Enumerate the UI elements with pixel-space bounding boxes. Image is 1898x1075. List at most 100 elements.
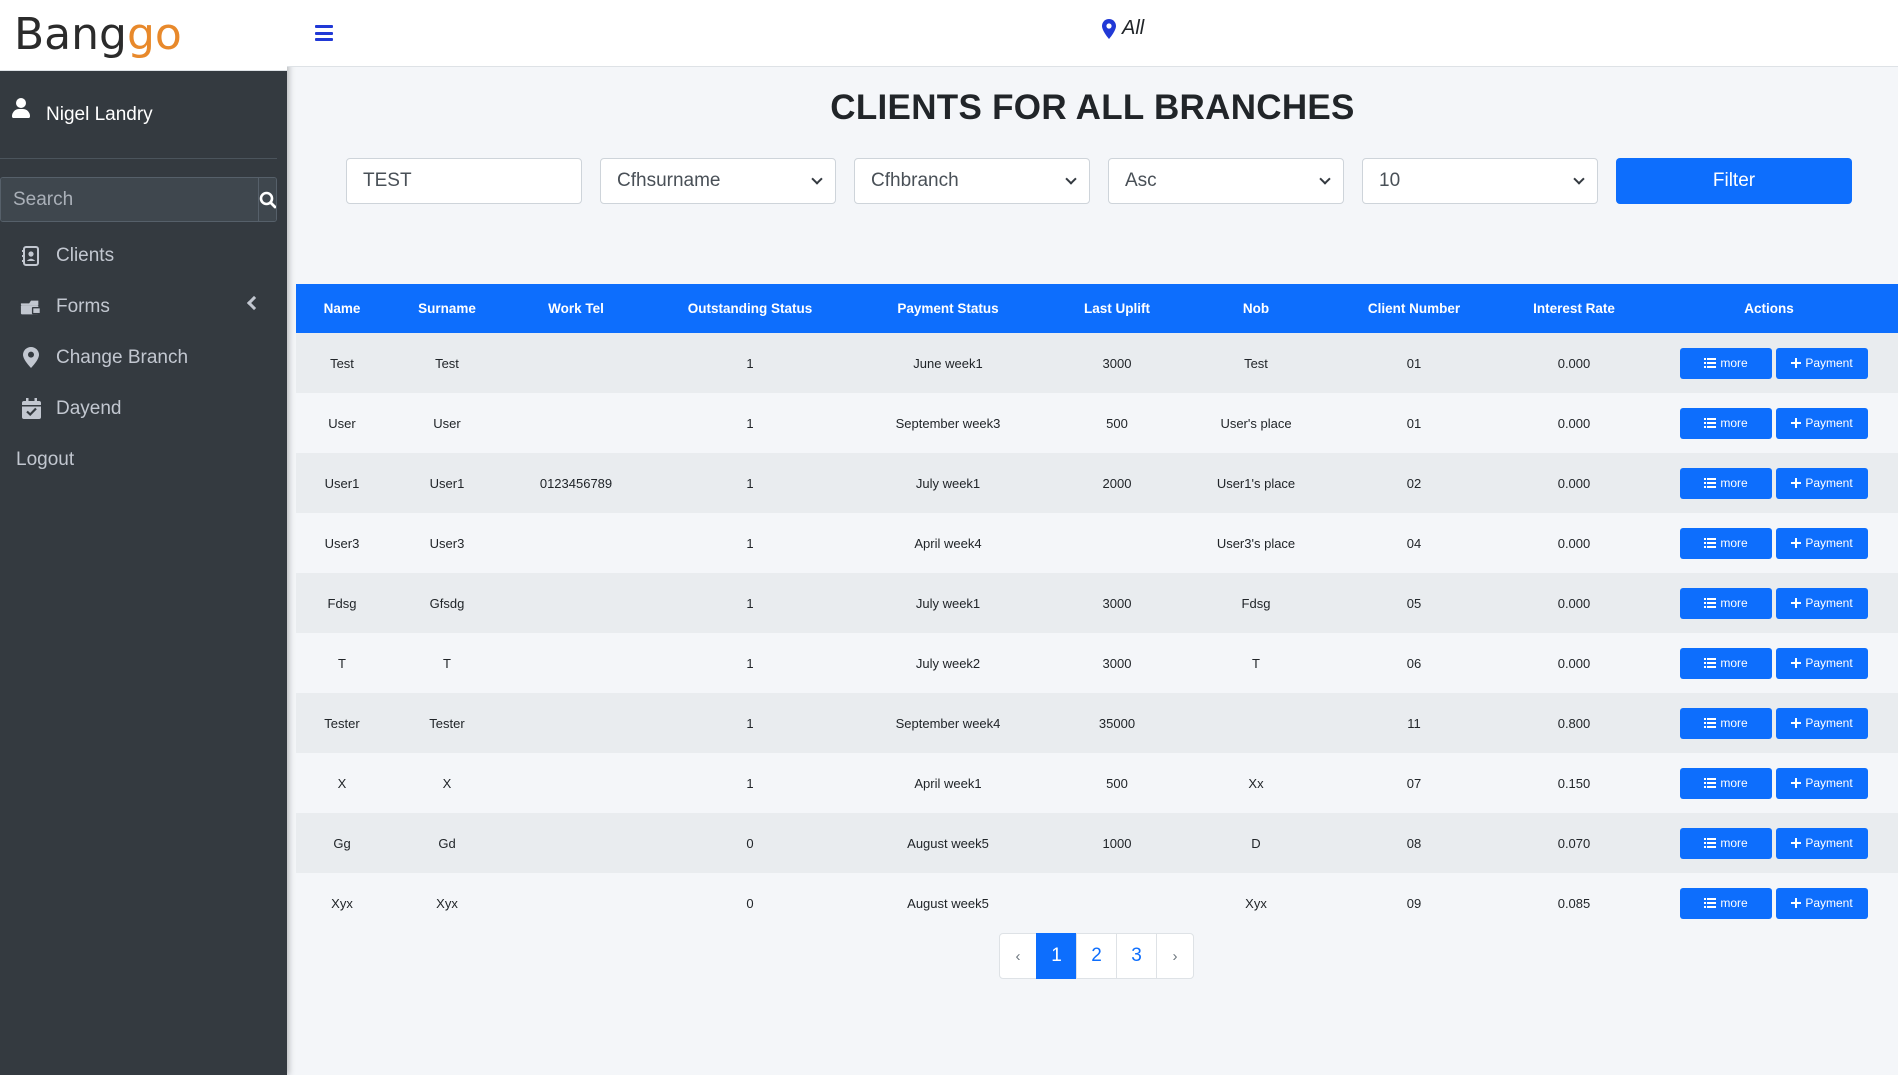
list-icon — [1704, 418, 1717, 428]
payment-button[interactable]: Payment — [1776, 767, 1868, 799]
search-icon — [259, 191, 276, 208]
table-cell: Xyx — [1245, 895, 1267, 911]
plus-icon — [1791, 598, 1802, 608]
table-row: Fdsg Gfsdg 1 July week1 3000 Fdsg 05 0.000 more P… — [296, 573, 1898, 633]
table-cell — [506, 813, 646, 873]
table-cell: 0.150 — [1557, 775, 1591, 791]
payment-button[interactable]: Payment — [1776, 707, 1868, 739]
column-header[interactable]: Client Number — [1320, 284, 1508, 333]
user-name: Nigel Landry — [46, 103, 153, 125]
sidebar-item-change-branch[interactable]: Change Branch — [0, 332, 287, 383]
actions-cell: more Payment — [1640, 873, 1898, 933]
sort-field-select[interactable]: Cfhsurname — [600, 158, 836, 204]
branch-field-select[interactable]: Cfhbranch — [854, 158, 1090, 204]
list-icon — [1704, 598, 1717, 608]
user-panel[interactable]: Nigel Landry — [0, 71, 277, 159]
brand-logo[interactable]: Banggo — [0, 0, 287, 71]
table-cell: 11 — [1407, 715, 1421, 731]
table-cell: 06 — [1406, 655, 1422, 671]
list-icon — [1704, 658, 1717, 668]
sidebar-search — [0, 177, 277, 222]
table-cell: 0.000 — [1557, 415, 1591, 431]
more-button[interactable]: more — [1680, 827, 1772, 859]
pagination-prev[interactable]: ‹ — [999, 933, 1037, 979]
more-button[interactable]: more — [1680, 347, 1772, 379]
map-marker-icon — [1102, 18, 1116, 39]
payment-button[interactable]: Payment — [1776, 587, 1868, 619]
more-label: more — [1720, 656, 1748, 670]
table-cell — [506, 573, 646, 633]
more-button[interactable]: more — [1680, 527, 1772, 559]
table-cell — [1192, 693, 1320, 753]
payment-label: Payment — [1805, 416, 1853, 430]
more-label: more — [1720, 716, 1748, 730]
table-row: Tester Tester 1 September week4 35000 11 0.800… — [296, 693, 1898, 753]
payment-button[interactable]: Payment — [1776, 887, 1868, 919]
payment-label: Payment — [1805, 656, 1853, 670]
sidebar-item-clients[interactable]: Clients — [0, 230, 287, 281]
search-input[interactable] — [1, 178, 258, 221]
payment-button[interactable]: Payment — [1776, 347, 1868, 379]
current-branch[interactable]: All — [1102, 17, 1144, 40]
filter-button[interactable]: Filter — [1616, 158, 1852, 204]
column-header[interactable]: Actions — [1640, 284, 1898, 333]
table-body: Test Test 1 June week1 3000 Test 01 0.000 more Pa… — [296, 333, 1898, 933]
plus-icon — [1791, 418, 1802, 428]
payment-label: Payment — [1805, 896, 1853, 910]
hamburger-menu-icon[interactable] — [315, 25, 333, 41]
pagination-page-3[interactable]: 3 — [1116, 933, 1157, 979]
payment-button[interactable]: Payment — [1776, 647, 1868, 679]
payment-button[interactable]: Payment — [1776, 467, 1868, 499]
table-cell: 07 — [1406, 775, 1422, 791]
pagination-next[interactable]: › — [1156, 933, 1194, 979]
logout-link[interactable]: Logout — [0, 434, 287, 485]
table-cell: 01 — [1406, 355, 1422, 371]
table-cell: 1 — [746, 355, 754, 371]
row-actions: more Payment — [1640, 647, 1898, 679]
search-button[interactable] — [258, 178, 276, 221]
column-header[interactable]: Interest Rate — [1508, 284, 1640, 333]
table-cell: User — [433, 415, 461, 431]
table-cell: 1 — [746, 775, 754, 791]
sidebar-item-label: Dayend — [56, 397, 122, 419]
branch-label: All — [1122, 17, 1145, 39]
table-cell: User3 — [429, 535, 465, 551]
table-cell: Gfsdg — [429, 595, 465, 611]
table-cell: 0 — [746, 835, 754, 851]
map-marker-icon — [20, 347, 42, 369]
more-button[interactable]: more — [1680, 887, 1772, 919]
table-cell — [1042, 873, 1192, 933]
list-icon — [1704, 778, 1717, 788]
more-button[interactable]: more — [1680, 407, 1772, 439]
per-page-select[interactable]: 10 — [1362, 158, 1598, 204]
order-select[interactable]: Asc — [1108, 158, 1344, 204]
table-cell: 0 — [746, 895, 754, 911]
branch-field-value: Cfhbranch — [871, 170, 959, 191]
payment-button[interactable]: Payment — [1776, 827, 1868, 859]
column-header[interactable]: Outstanding Status — [646, 284, 854, 333]
sidebar-item-forms[interactable]: Forms — [0, 281, 287, 332]
more-label: more — [1720, 356, 1748, 370]
more-button[interactable]: more — [1680, 707, 1772, 739]
column-header[interactable]: Nob — [1192, 284, 1320, 333]
actions-cell: more Payment — [1640, 333, 1898, 393]
column-header[interactable]: Surname — [388, 284, 506, 333]
table-cell: Xyx — [436, 895, 458, 911]
pagination-page-1[interactable]: 1 — [1036, 933, 1077, 979]
more-button[interactable]: more — [1680, 587, 1772, 619]
payment-button[interactable]: Payment — [1776, 527, 1868, 559]
client-search-input[interactable]: TEST — [346, 158, 582, 204]
client-search-value: TEST — [363, 170, 412, 191]
more-button[interactable]: more — [1680, 647, 1772, 679]
more-button[interactable]: more — [1680, 767, 1772, 799]
column-header[interactable]: Work Tel — [506, 284, 646, 333]
column-header[interactable]: Last Uplift — [1042, 284, 1192, 333]
pagination-page-2[interactable]: 2 — [1076, 933, 1117, 979]
column-header[interactable]: Name — [296, 284, 388, 333]
payment-button[interactable]: Payment — [1776, 407, 1868, 439]
sidebar-item-dayend[interactable]: Dayend — [0, 383, 287, 434]
order-value: Asc — [1125, 170, 1157, 191]
more-button[interactable]: more — [1680, 467, 1772, 499]
column-header[interactable]: Payment Status — [854, 284, 1042, 333]
brand-text-accent: go — [126, 9, 182, 60]
